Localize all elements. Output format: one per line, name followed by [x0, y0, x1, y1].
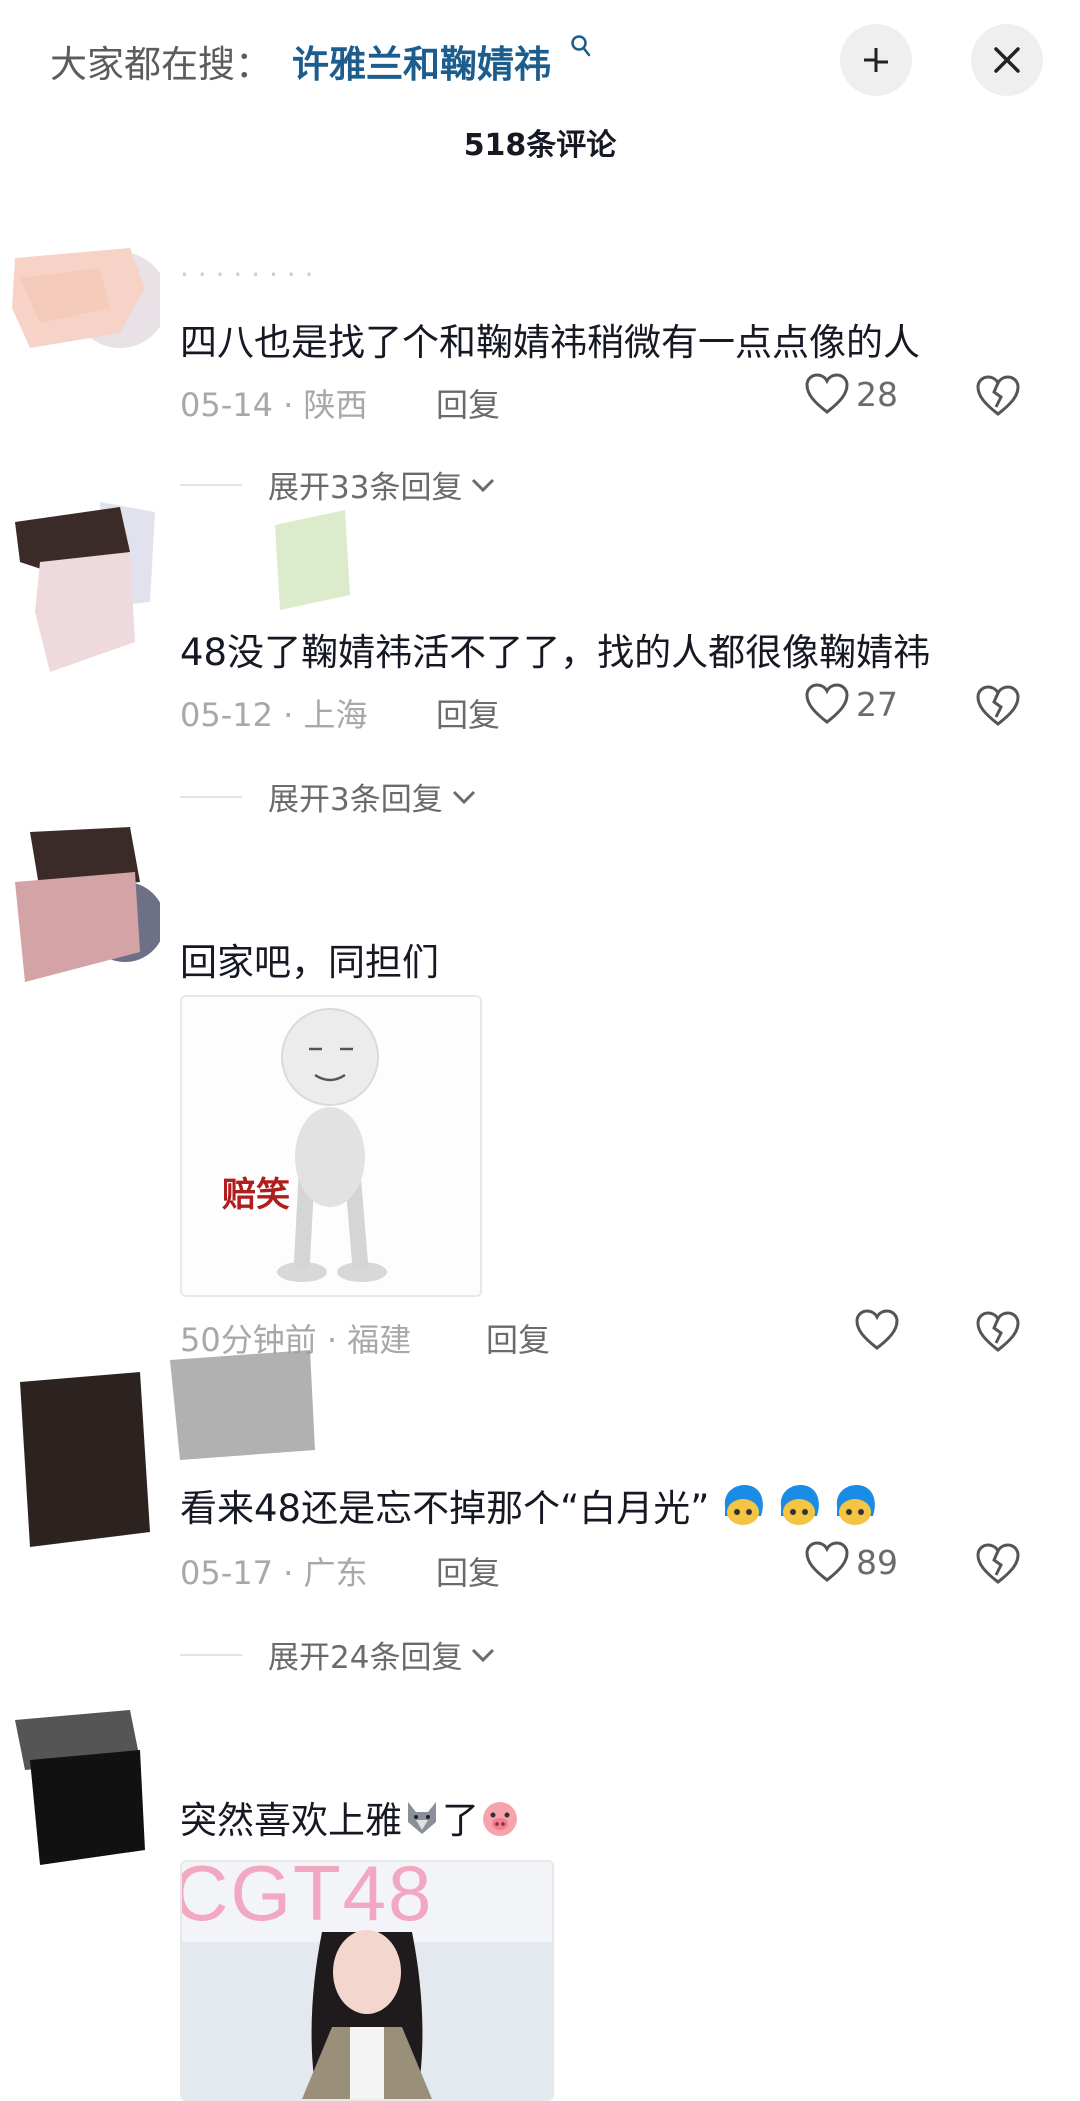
heart-icon [855, 1309, 899, 1350]
comment-text: 四八也是找了个和鞠婧祎稍微有一点点像的人 [180, 321, 920, 364]
comment-text: 回家吧，同担们 [180, 941, 439, 984]
search-icon[interactable] [570, 34, 592, 67]
chevron-down-icon [472, 478, 495, 492]
comment-image[interactable]: CGT48 [180, 1860, 554, 2101]
dislike-button[interactable] [974, 1542, 1022, 1590]
image-caption: 赔笑 [222, 1175, 290, 1215]
heart-icon [805, 683, 849, 724]
comment-meta: 05-17 · 广东 [180, 1554, 368, 1592]
broken-heart-icon [976, 375, 1020, 416]
chevron-down-icon [452, 790, 475, 804]
heart-icon [805, 1541, 849, 1582]
dislike-button[interactable] [974, 684, 1022, 732]
dislike-button[interactable] [974, 374, 1022, 422]
image-text: CGT48 [180, 1860, 434, 1937]
trending-search-link[interactable]: 许雅兰和鞠婧祎 [292, 34, 551, 88]
like-button[interactable]: 28 [804, 372, 898, 416]
heart-icon [805, 373, 849, 414]
search-prefix: 大家都在搜： [50, 43, 272, 86]
pig-emoji-icon [479, 1798, 521, 1847]
comment-text: 看来48还是忘不掉那个“白月光” [180, 1478, 877, 1539]
like-count: 27 [856, 684, 898, 724]
avatar-scribble [160, 1340, 320, 1474]
avatar[interactable] [10, 228, 168, 358]
wolf-emoji-icon [402, 1798, 442, 1847]
blue-hair-emoji-icon [833, 1482, 877, 1539]
minimize-button[interactable] [840, 24, 912, 96]
reply-button[interactable]: 回复 [436, 1548, 500, 1594]
comment-count: 518条评论 [463, 128, 617, 163]
comment-meta: 05-14 · 陕西 [180, 386, 368, 424]
close-button[interactable] [971, 24, 1043, 96]
minimize-icon [864, 48, 888, 72]
like-button[interactable]: 27 [804, 682, 898, 726]
comment-meta: 05-12 · 上海 [180, 696, 368, 734]
username[interactable]: · · · · · · · · [180, 258, 314, 291]
reply-button[interactable]: 回复 [436, 690, 500, 736]
expand-replies[interactable]: 展开33条回复 [180, 462, 498, 507]
broken-heart-icon [976, 1311, 1020, 1352]
comment-text: 突然喜欢上雅 了 [180, 1790, 521, 1847]
avatar[interactable] [10, 1690, 160, 1870]
broken-heart-icon [976, 685, 1020, 726]
broken-heart-icon [976, 1543, 1020, 1584]
comment-image[interactable]: 赔笑 [180, 995, 482, 1297]
blue-hair-emoji-icon [721, 1482, 765, 1539]
like-count: 89 [856, 1542, 898, 1582]
avatar-scribble [265, 505, 355, 619]
like-button[interactable] [854, 1308, 900, 1352]
expand-replies[interactable]: 展开3条回复 [180, 774, 479, 819]
reply-button[interactable]: 回复 [436, 380, 500, 426]
like-button[interactable]: 89 [804, 1540, 898, 1584]
like-count: 28 [856, 374, 898, 414]
comment-text: 48没了鞠婧祎活不了了，找的人都很像鞠婧祎 [180, 631, 931, 674]
close-icon [994, 47, 1020, 73]
header: 大家都在搜： 许雅兰和鞠婧祎 518条评论 [0, 0, 1080, 170]
avatar[interactable] [10, 1352, 160, 1552]
chevron-down-icon [472, 1648, 495, 1662]
avatar[interactable] [10, 812, 165, 992]
avatar[interactable] [10, 492, 160, 692]
reply-button[interactable]: 回复 [486, 1315, 550, 1361]
expand-replies[interactable]: 展开24条回复 [180, 1632, 498, 1677]
blue-hair-emoji-icon [777, 1482, 821, 1539]
dislike-button[interactable] [974, 1310, 1022, 1358]
